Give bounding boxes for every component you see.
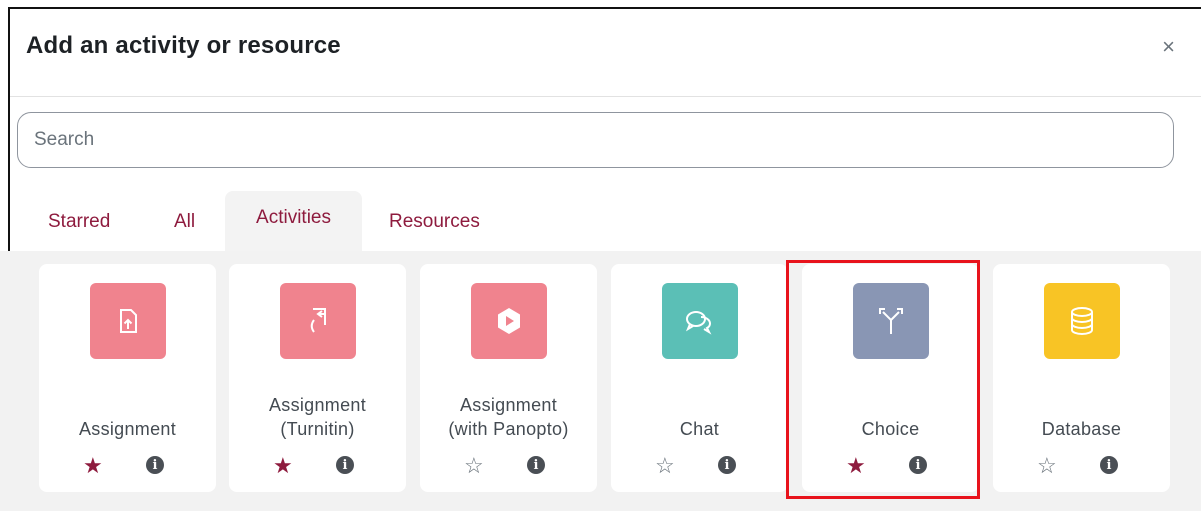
tab-all[interactable]: All (174, 191, 195, 251)
assignment-upload-icon (89, 283, 166, 359)
dialog-header: Add an activity or resource × (10, 9, 1201, 97)
activity-grid: Assignment ★ i Assignment (Turnitin) ★ i… (0, 251, 1201, 511)
card-label: Choice (861, 419, 920, 440)
info-icon[interactable]: i (718, 456, 736, 474)
card-label: Database (1041, 419, 1122, 440)
info-icon[interactable]: i (909, 456, 927, 474)
activity-card-choice[interactable]: Choice ★ i (802, 264, 979, 492)
activity-card-chat[interactable]: Chat ☆ i (611, 264, 788, 492)
tab-resources[interactable]: Resources (389, 191, 480, 251)
card-label: Assignment (with Panopto) (448, 395, 569, 440)
activity-card-assignment[interactable]: Assignment ★ i (39, 264, 216, 492)
info-icon[interactable]: i (1100, 456, 1118, 474)
info-icon[interactable]: i (336, 456, 354, 474)
tab-starred[interactable]: Starred (48, 191, 110, 251)
card-label: Chat (679, 419, 720, 440)
star-empty-icon[interactable]: ☆ (464, 455, 484, 477)
dialog-title: Add an activity or resource (26, 32, 341, 59)
star-empty-icon[interactable]: ☆ (655, 455, 675, 477)
turnitin-icon (279, 283, 356, 359)
activity-card-database[interactable]: Database ☆ i (993, 264, 1170, 492)
category-tabs: Starred All Activities Resources (0, 191, 1201, 251)
panopto-play-icon (470, 283, 547, 359)
star-filled-icon[interactable]: ★ (273, 455, 293, 477)
star-empty-icon[interactable]: ☆ (1037, 455, 1057, 477)
choice-signpost-icon (852, 283, 929, 359)
info-icon[interactable]: i (527, 456, 545, 474)
activity-card-assignment-turnitin[interactable]: Assignment (Turnitin) ★ i (229, 264, 406, 492)
database-icon (1043, 283, 1120, 359)
close-icon[interactable]: × (1162, 36, 1175, 58)
star-filled-icon[interactable]: ★ (83, 455, 103, 477)
star-filled-icon[interactable]: ★ (846, 455, 866, 477)
info-icon[interactable]: i (146, 456, 164, 474)
tab-activities[interactable]: Activities (225, 191, 362, 251)
activity-card-assignment-panopto[interactable]: Assignment (with Panopto) ☆ i (420, 264, 597, 492)
card-label: Assignment (78, 419, 177, 440)
card-label: Assignment (Turnitin) (268, 395, 367, 440)
search-input[interactable] (17, 112, 1174, 168)
chat-bubbles-icon (661, 283, 738, 359)
